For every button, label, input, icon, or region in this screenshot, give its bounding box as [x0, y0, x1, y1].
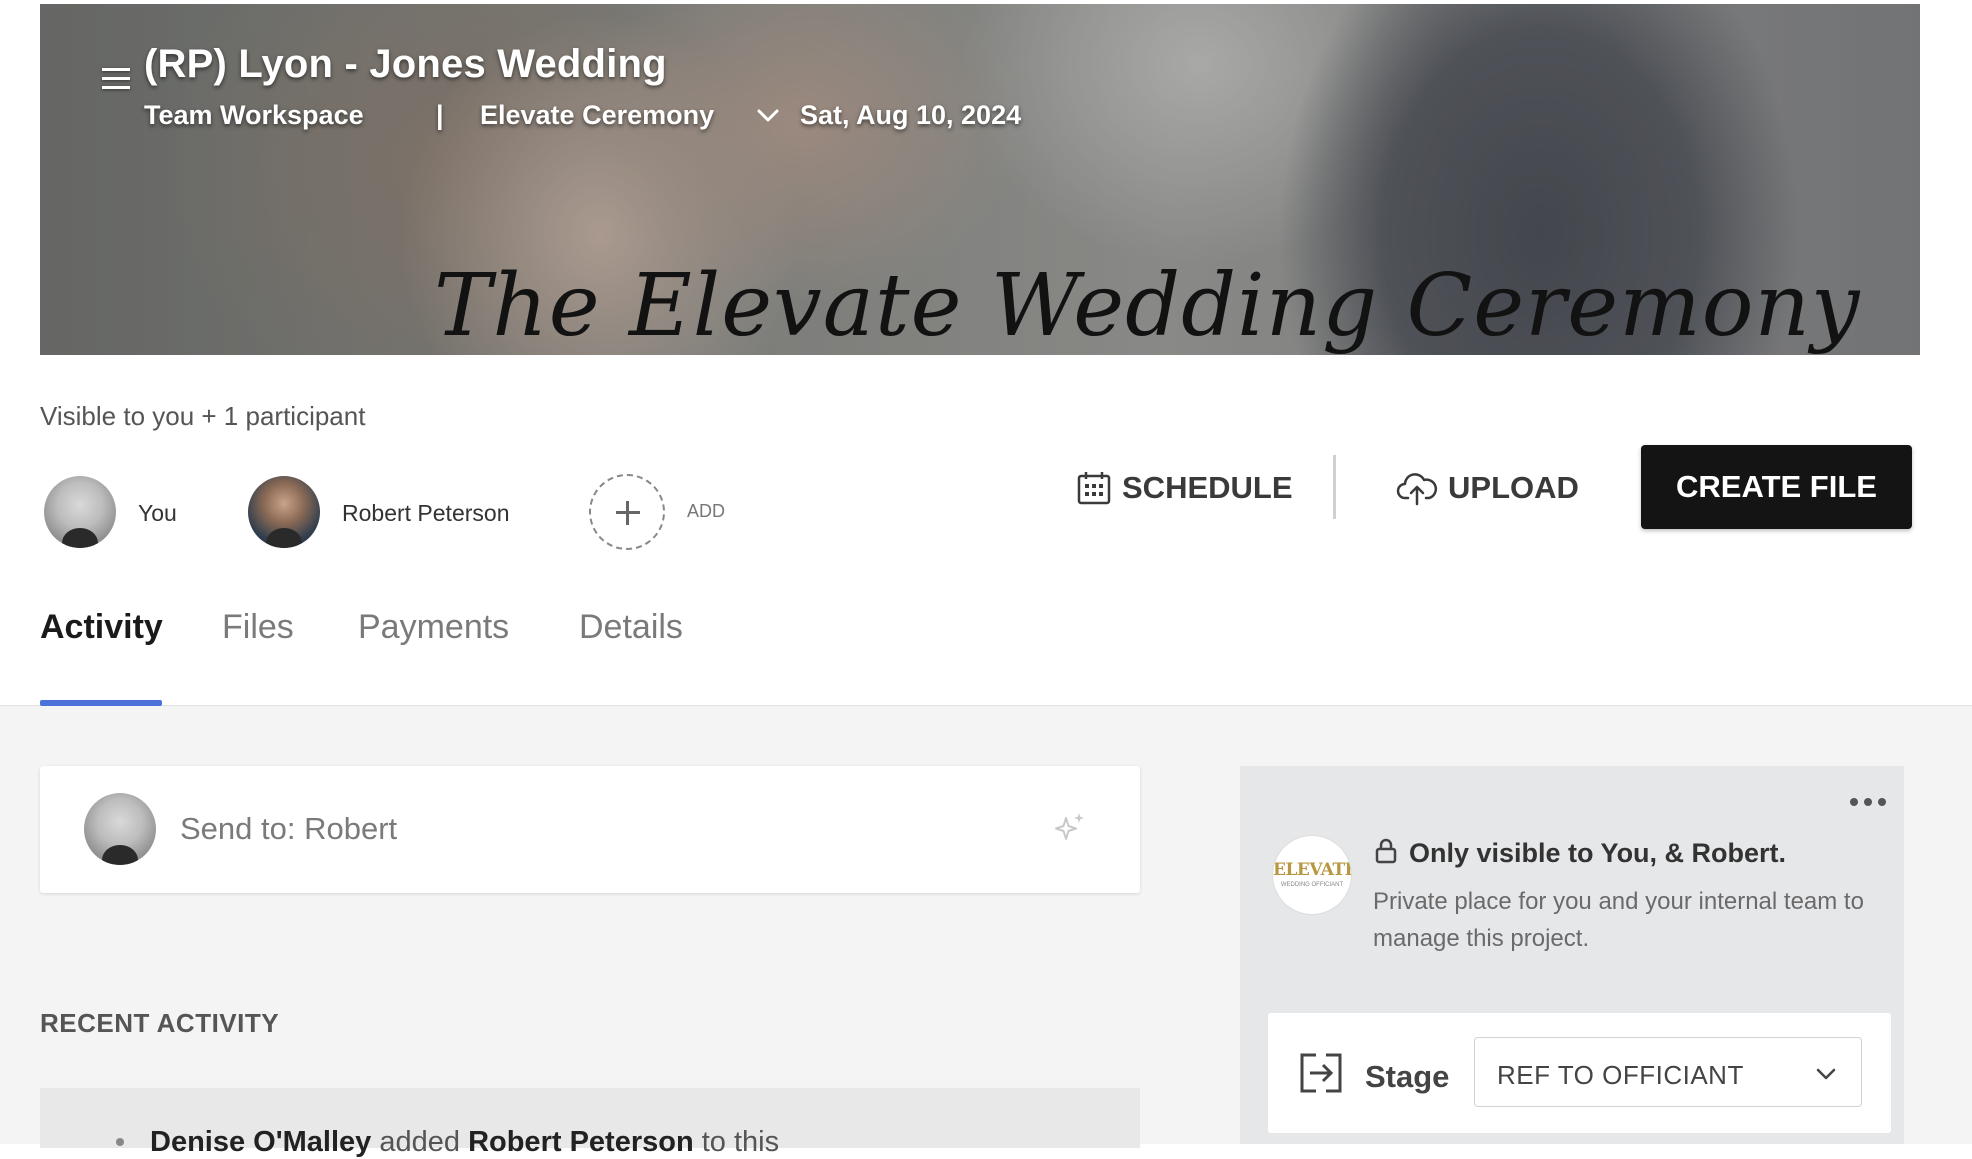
private-notes-panel: ELEVATE WEDDING OFFICIANT Only visible t… [1240, 766, 1904, 1144]
schedule-button[interactable]: SCHEDULE [1076, 466, 1293, 510]
add-participant-button[interactable] [589, 474, 665, 550]
project-title: (RP) Lyon - Jones Wedding [144, 42, 667, 86]
event-date[interactable]: Sat, Aug 10, 2024 [800, 100, 1021, 131]
upload-button[interactable]: UPLOAD [1396, 466, 1579, 510]
visibility-summary: Visible to you + 1 participant [40, 401, 366, 431]
avatar-you[interactable] [44, 476, 116, 548]
activity-suffix: to this [701, 1126, 780, 1158]
stage-dropdown[interactable]: REF TO OFFICIANT [1474, 1037, 1862, 1107]
pipeline-stage-icon [1300, 1053, 1342, 1093]
tab-payments[interactable]: Payments [358, 608, 509, 647]
message-composer[interactable]: Send to: Robert [40, 766, 1140, 893]
avatar-robert-peterson[interactable] [248, 476, 320, 548]
stage-card: Stage REF TO OFFICIANT [1268, 1013, 1891, 1133]
participant-name-robert: Robert Peterson [342, 500, 510, 526]
calendar-icon [1077, 472, 1111, 505]
lock-icon [1375, 838, 1397, 864]
chevron-down-icon [1816, 1068, 1836, 1080]
schedule-label: SCHEDULE [1122, 470, 1293, 505]
company-logo: ELEVATE WEDDING OFFICIANT [1273, 836, 1351, 914]
tab-details[interactable]: Details [579, 608, 683, 647]
banner-script-title: The Elevate Wedding Ceremony [434, 256, 1861, 355]
composer-avatar [84, 793, 156, 865]
workspace-name[interactable]: Team Workspace [144, 100, 364, 131]
composer-placeholder[interactable]: Send to: Robert [180, 811, 397, 847]
recent-activity-heading: RECENT ACTIVITY [40, 1008, 280, 1038]
stage-label: Stage [1365, 1059, 1450, 1094]
tab-files[interactable]: Files [222, 608, 294, 647]
chevron-down-icon[interactable] [756, 104, 780, 128]
stage-value: REF TO OFFICIANT [1497, 1060, 1744, 1090]
project-header-banner: (RP) Lyon - Jones Wedding Team Workspace… [40, 4, 1920, 355]
cloud-upload-icon [1396, 473, 1438, 506]
add-participant-label[interactable]: ADD [687, 501, 725, 522]
logo-tagline: WEDDING OFFICIANT [1280, 882, 1344, 888]
create-file-button[interactable]: CREATE FILE [1641, 445, 1912, 529]
activity-item: Denise O'Malley added Robert Peterson to… [40, 1088, 1140, 1158]
visibility-title: Only visible to You, & Robert. [1409, 838, 1787, 868]
tab-activity[interactable]: Activity [40, 608, 163, 647]
header-separator: | [436, 100, 444, 130]
activity-actor[interactable]: Denise O'Malley [150, 1126, 371, 1158]
activity-verb: added [379, 1126, 460, 1158]
logo-wordmark: ELEVATE [1273, 860, 1351, 880]
visibility-description: Private place for you and your internal … [1373, 888, 1864, 952]
action-divider [1333, 455, 1336, 519]
more-options-icon[interactable] [1850, 798, 1886, 806]
activity-target[interactable]: Robert Peterson [468, 1126, 694, 1158]
ai-sparkle-icon[interactable] [1052, 810, 1088, 846]
activity-text: Denise O'Malley added Robert Peterson to… [150, 1126, 779, 1159]
activity-bullet [116, 1138, 124, 1146]
menu-icon[interactable] [102, 68, 130, 92]
participant-name-you: You [138, 500, 177, 526]
event-name[interactable]: Elevate Ceremony [480, 100, 714, 131]
upload-label: UPLOAD [1448, 470, 1579, 505]
